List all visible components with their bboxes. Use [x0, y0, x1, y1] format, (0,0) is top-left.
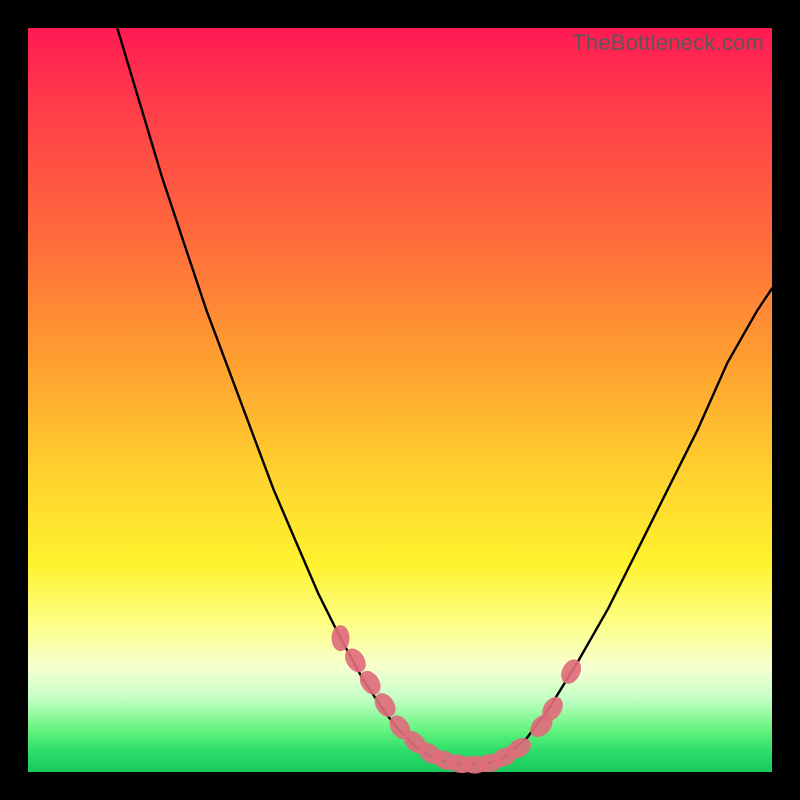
highlight-markers [332, 625, 586, 776]
marker-point [332, 625, 350, 651]
bottleneck-curve [117, 28, 772, 765]
chart-svg [28, 28, 772, 772]
chart-frame: TheBottleneck.com [28, 28, 772, 772]
marker-point [557, 656, 585, 687]
